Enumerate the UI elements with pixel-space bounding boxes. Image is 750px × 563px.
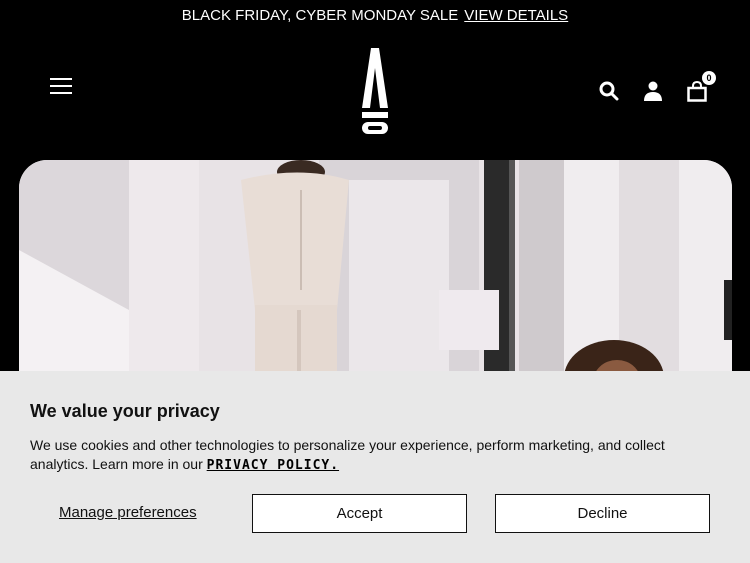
cookie-title: We value your privacy (30, 401, 220, 421)
hero-image (19, 160, 732, 390)
cookie-text: We use cookies and other technologies to… (30, 437, 665, 472)
menu-icon[interactable] (50, 78, 72, 96)
cookie-banner: We value your privacy We use cookies and… (0, 371, 750, 563)
privacy-policy-link[interactable]: PRIVACY POLICY. (207, 458, 339, 473)
view-details-link[interactable]: VIEW DETAILS (464, 7, 568, 24)
cart-count-badge: 0 (702, 71, 716, 85)
account-icon[interactable] (640, 78, 666, 104)
accept-button[interactable]: Accept (252, 494, 467, 533)
cookie-actions: Manage preferences Accept Decline (0, 494, 750, 534)
header-icons: 0 (596, 71, 716, 104)
decline-button[interactable]: Decline (495, 494, 710, 533)
site-header: 0 (0, 30, 750, 148)
cart-icon[interactable]: 0 (684, 71, 716, 104)
promo-text: BLACK FRIDAY, CYBER MONDAY SALE (181, 6, 459, 24)
brand-logo[interactable] (360, 46, 390, 134)
promo-bar: BLACK FRIDAY, CYBER MONDAY SALE VIEW DET… (0, 0, 750, 30)
search-icon[interactable] (596, 78, 622, 104)
manage-preferences-button[interactable]: Manage preferences (59, 504, 197, 521)
cookie-description: We use cookies and other technologies to… (30, 436, 720, 475)
